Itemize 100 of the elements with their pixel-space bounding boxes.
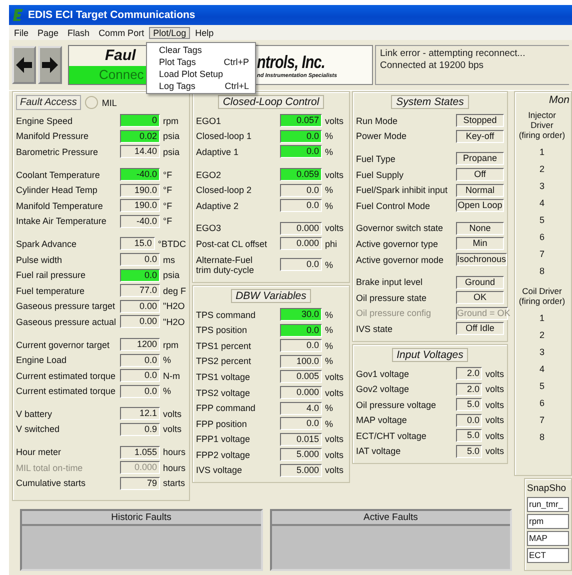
back-button[interactable]	[12, 46, 36, 84]
value-field: 0.000	[120, 461, 160, 474]
unit-label: volts	[325, 372, 344, 382]
value-field: 5.0	[456, 398, 482, 412]
value-field: 0.057	[280, 114, 322, 128]
value-field: OK	[456, 291, 504, 304]
value-field: 2.0	[456, 367, 482, 380]
field-label: Closed-loop 1	[196, 131, 253, 142]
field-label: TPS2 voltage	[196, 388, 252, 398]
panel-title: System States	[391, 95, 469, 109]
value-field: 0.0	[456, 414, 482, 427]
panel-title: Mon	[548, 94, 570, 106]
value-field: 79	[120, 476, 160, 490]
unit-label: °F	[163, 200, 172, 211]
value-field: Normal	[456, 184, 504, 197]
field-label: FPP position	[196, 418, 248, 429]
unit-label: %	[325, 260, 334, 270]
value-field: Off	[456, 168, 504, 182]
firing-order-number: 5	[538, 214, 546, 227]
value-field: 2.0	[456, 382, 482, 396]
value-field: 0.000	[280, 237, 322, 250]
value-field: 12.1	[120, 407, 160, 420]
field-label: Cumulative starts	[16, 478, 87, 488]
panel-title: Closed-Loop Control	[218, 95, 324, 109]
snapshot-field[interactable]: rpm	[527, 514, 569, 529]
field-label: Adaptive 2	[196, 200, 240, 211]
menu-item[interactable]: Page	[34, 26, 63, 38]
unit-label: "H2O	[163, 316, 185, 327]
menu-item[interactable]: File	[10, 26, 33, 38]
value-field: 5.0	[456, 444, 482, 458]
value-field: 0.0	[120, 369, 160, 382]
field-label: Oil pressure state	[356, 292, 428, 303]
unit-label: %	[163, 386, 172, 396]
menu-option[interactable]: Clear Tags	[147, 44, 255, 56]
value-field: -40.0	[120, 214, 160, 228]
field-label: Cylinder Head Temp	[16, 185, 98, 196]
unit-label: rpm	[163, 116, 178, 126]
menu-item[interactable]: Plot/Log	[149, 26, 190, 38]
field-label: Gov2 voltage	[356, 384, 410, 394]
unit-label: volts	[163, 408, 182, 419]
field-label: FPP command	[196, 403, 256, 414]
menu-item[interactable]: Help	[191, 26, 218, 38]
snapshot-field[interactable]: ECT	[527, 548, 569, 563]
field-label: EGO1	[196, 116, 222, 126]
firing-order-number: 6	[538, 397, 546, 410]
status-message: Link error - attempting reconnect...	[380, 48, 526, 60]
fault-access-button[interactable]: Fault Access	[16, 95, 81, 110]
menu-option[interactable]: Load Plot Setup	[147, 68, 255, 80]
firing-order-number: 3	[538, 346, 546, 359]
field-label: Manifold Pressure	[16, 131, 90, 142]
unit-label: %	[325, 356, 334, 366]
field-label: Engine Load	[16, 355, 68, 366]
firing-order-number: 6	[538, 231, 546, 244]
field-label: Fuel temperature	[16, 286, 86, 296]
fault-label: Faul	[104, 46, 136, 66]
field-label: TPS1 voltage	[196, 372, 252, 382]
list-header: Active Faults	[272, 511, 510, 526]
forward-button[interactable]	[38, 46, 62, 84]
unit-label: volts	[325, 450, 344, 460]
value-field: 0.005	[280, 370, 322, 384]
unit-label: %	[325, 200, 334, 211]
firing-order-number: 1	[538, 312, 546, 325]
unit-label: volts	[485, 415, 504, 426]
snapshot-field[interactable]: run_tmr_	[527, 497, 569, 512]
field-label: Fuel rail pressure	[16, 270, 87, 280]
field-label: Barometric Pressure	[16, 146, 100, 157]
menu-item[interactable]: Comm Port	[94, 26, 148, 38]
value-field: 190.0	[120, 199, 160, 212]
value-field: Key-off	[456, 130, 504, 143]
field-label: EGO3	[196, 223, 222, 234]
value-field: 0.0	[280, 145, 322, 158]
unit-label: volts	[485, 446, 504, 456]
unit-label: phi	[325, 238, 338, 249]
app-icon	[13, 9, 23, 21]
firing-order-number: 7	[538, 248, 546, 261]
unit-label: volts	[325, 465, 344, 476]
menu-option[interactable]: Log Tags Ctrl+L	[147, 80, 255, 92]
status-message: Connected at 19200 bps	[380, 60, 485, 72]
value-field: 190.0	[120, 184, 160, 197]
field-label: Intake Air Temperature	[16, 216, 108, 226]
field-label: Oil pressure config	[356, 308, 432, 318]
value-field: None	[456, 222, 504, 235]
menu-option[interactable]: Plot Tags Ctrl+P	[147, 56, 255, 68]
firing-order-number: 8	[538, 265, 546, 278]
field-label: Current estimated torque	[16, 386, 117, 396]
value-field: 0.015	[280, 432, 322, 446]
unit-label: %	[325, 185, 334, 196]
field-label: Gaseous pressure actual	[16, 316, 118, 327]
value-field: 100.0	[280, 354, 322, 368]
unit-label: volts	[325, 116, 344, 126]
value-field: 0.0	[120, 354, 160, 367]
value-field: 0.0	[280, 417, 322, 430]
value-field: Open Loop	[456, 199, 504, 212]
left-arrow-icon	[15, 56, 33, 74]
firing-order-number: 3	[538, 180, 546, 193]
section-heading: Coil Driver (firing order)	[518, 286, 566, 306]
menu-item[interactable]: Flash	[64, 26, 94, 38]
value-field: Off Idle	[456, 322, 504, 336]
unit-label: %	[325, 418, 334, 429]
snapshot-field[interactable]: MAP	[527, 531, 569, 546]
